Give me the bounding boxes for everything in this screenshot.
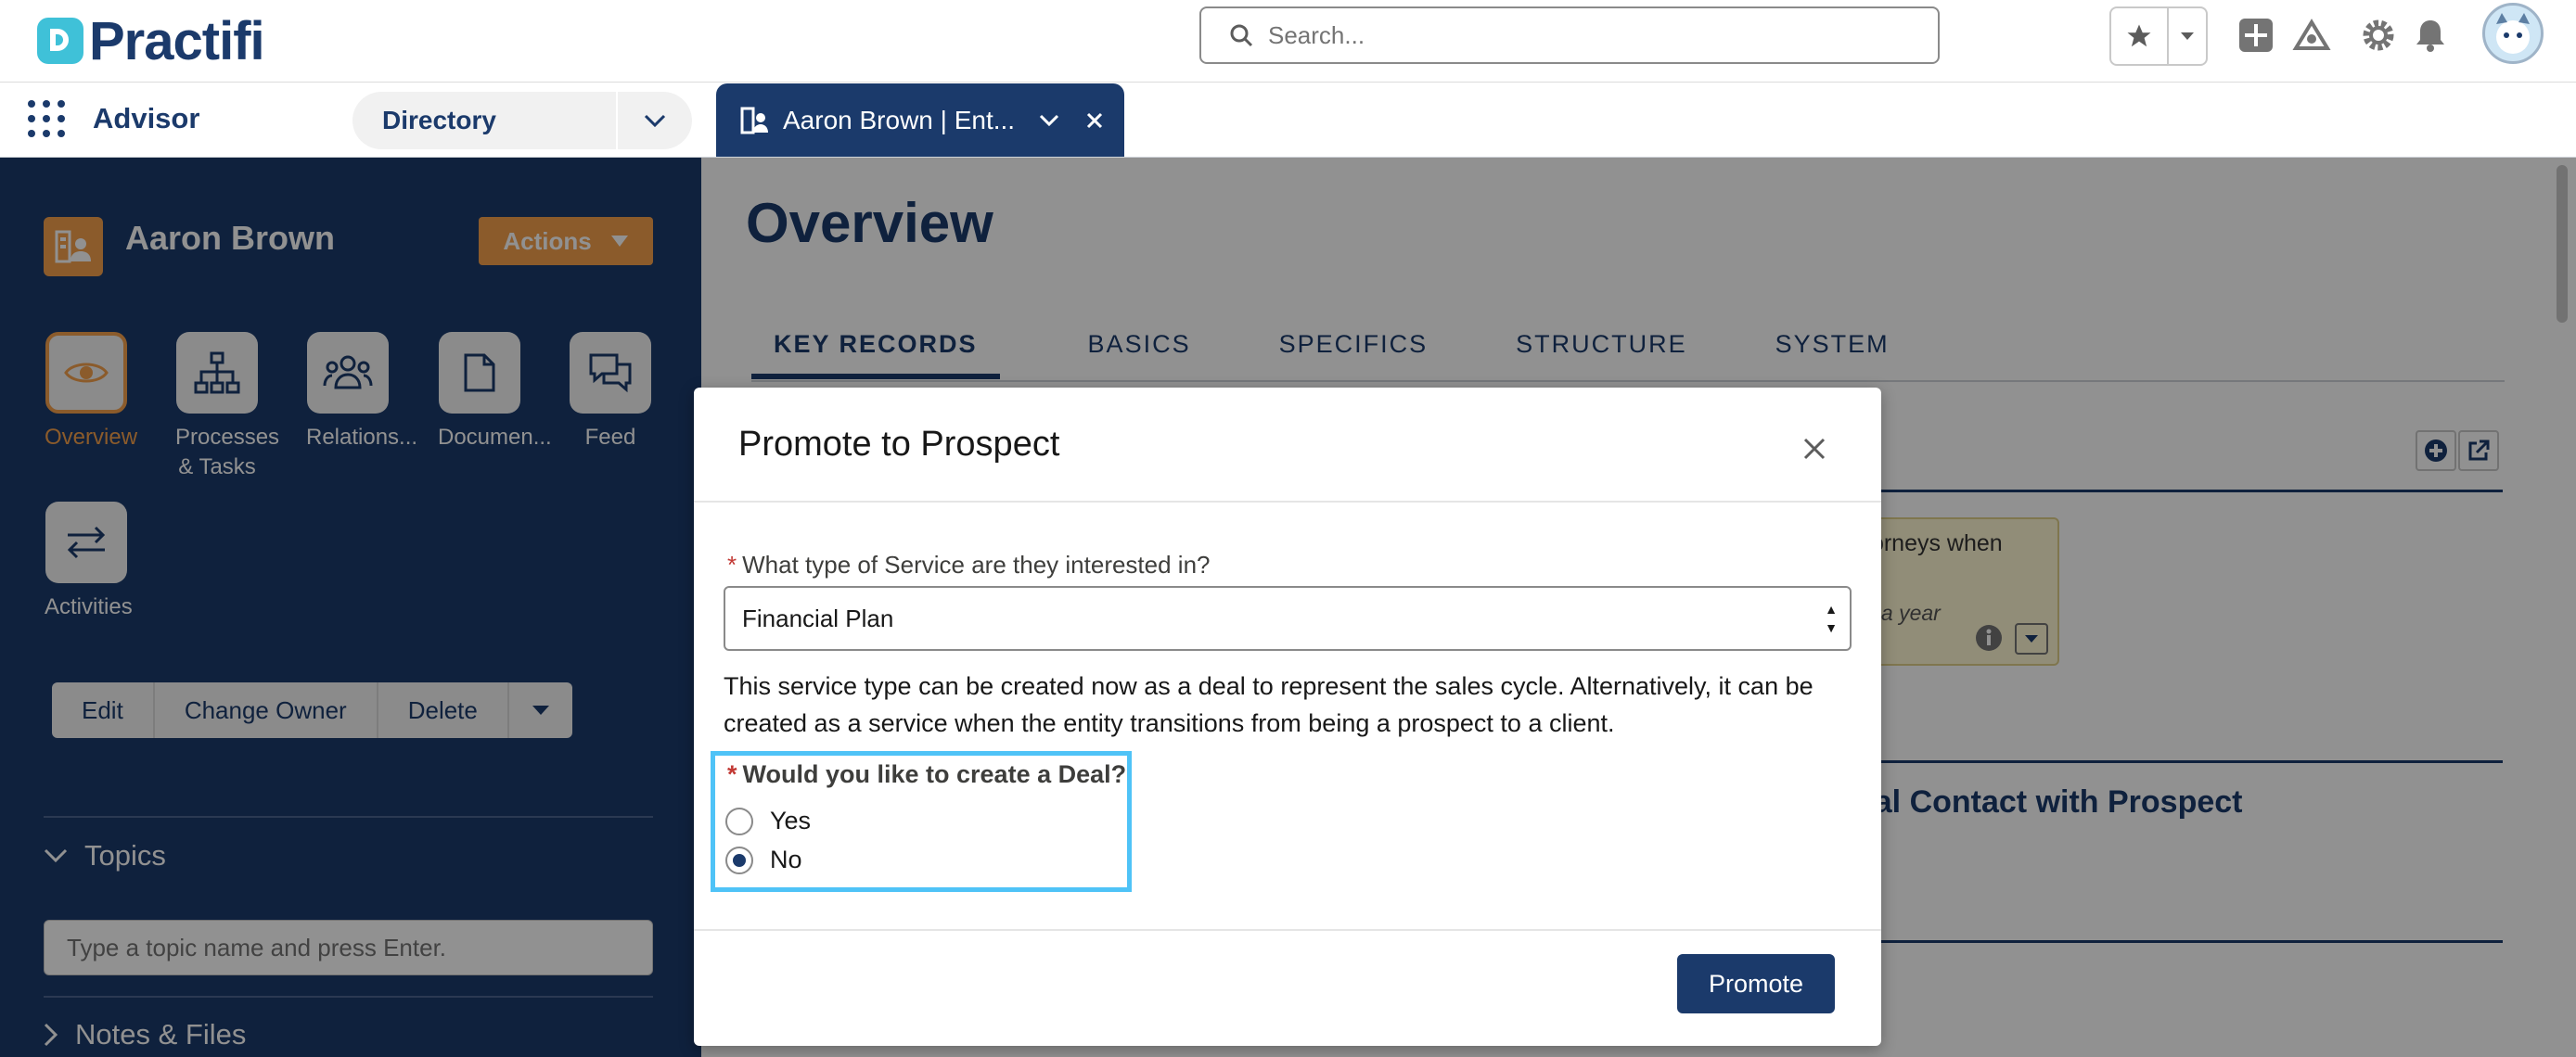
close-icon [1803,438,1826,460]
global-search-input[interactable]: Search... [1199,6,1940,64]
practifi-logo[interactable]: Practifi [37,7,265,74]
modal-header-divider [694,501,1881,503]
radio-label: Yes [770,807,812,834]
chevron-down-icon [644,114,666,127]
search-icon [1230,24,1253,47]
entity-icon [740,107,768,134]
modal-title: Promote to Prospect [738,425,1060,464]
trailhead-icon [2292,19,2331,50]
service-type-select[interactable]: Financial Plan ▲ ▼ [724,586,1852,651]
tab-menu-chevron-icon[interactable] [1039,114,1059,127]
close-tab-icon[interactable] [1085,111,1104,130]
create-deal-label: * Would you like to create a Deal? [727,760,1127,788]
radio-option-no[interactable]: No [725,846,802,874]
setup-button[interactable] [2356,13,2401,57]
star-icon [2127,24,2151,47]
chevron-down-icon [2181,32,2194,40]
service-info-text: This service type can be created now as … [724,672,1813,737]
radio-no[interactable] [725,846,753,874]
object-selector[interactable]: Directory [352,92,692,149]
promote-button[interactable]: Promote [1677,954,1835,1013]
bell-icon [2416,20,2444,52]
modal-footer-divider [694,929,1881,931]
add-icon [2239,19,2273,52]
app-name: Advisor [93,102,200,134]
radio-yes[interactable] [725,807,753,835]
app-launcher-icon[interactable] [28,100,65,137]
global-create-button[interactable] [2234,13,2278,57]
workspace-tab[interactable]: Aaron Brown | Ent... [716,83,1124,157]
required-mark: * [727,760,737,788]
radio-label: No [770,846,802,873]
object-selector-label: Directory [382,106,496,134]
user-avatar[interactable] [2482,3,2544,64]
radio-option-yes[interactable]: Yes [725,807,811,835]
tab-label: Aaron Brown | Ent... [783,105,1016,134]
modal-close-button[interactable] [1794,428,1835,469]
required-mark: * [727,551,737,579]
service-type-label: * What type of Service are they intereste… [727,551,1211,579]
logo-text: Practifi [89,10,265,71]
object-selector-menu-button[interactable] [616,92,692,149]
favorites-group [2109,6,2208,66]
logo-mark-icon [37,18,83,64]
favorites-star-button[interactable] [2111,8,2169,64]
favorites-menu-button[interactable] [2169,8,2206,64]
notifications-button[interactable] [2408,13,2453,57]
gear-icon [2363,19,2394,51]
search-placeholder: Search... [1268,20,1365,49]
service-type-value: Financial Plan [742,604,894,632]
select-arrows-icon: ▲ ▼ [1825,602,1838,635]
avatar-icon [2496,13,2530,54]
trailhead-button[interactable] [2289,13,2334,57]
